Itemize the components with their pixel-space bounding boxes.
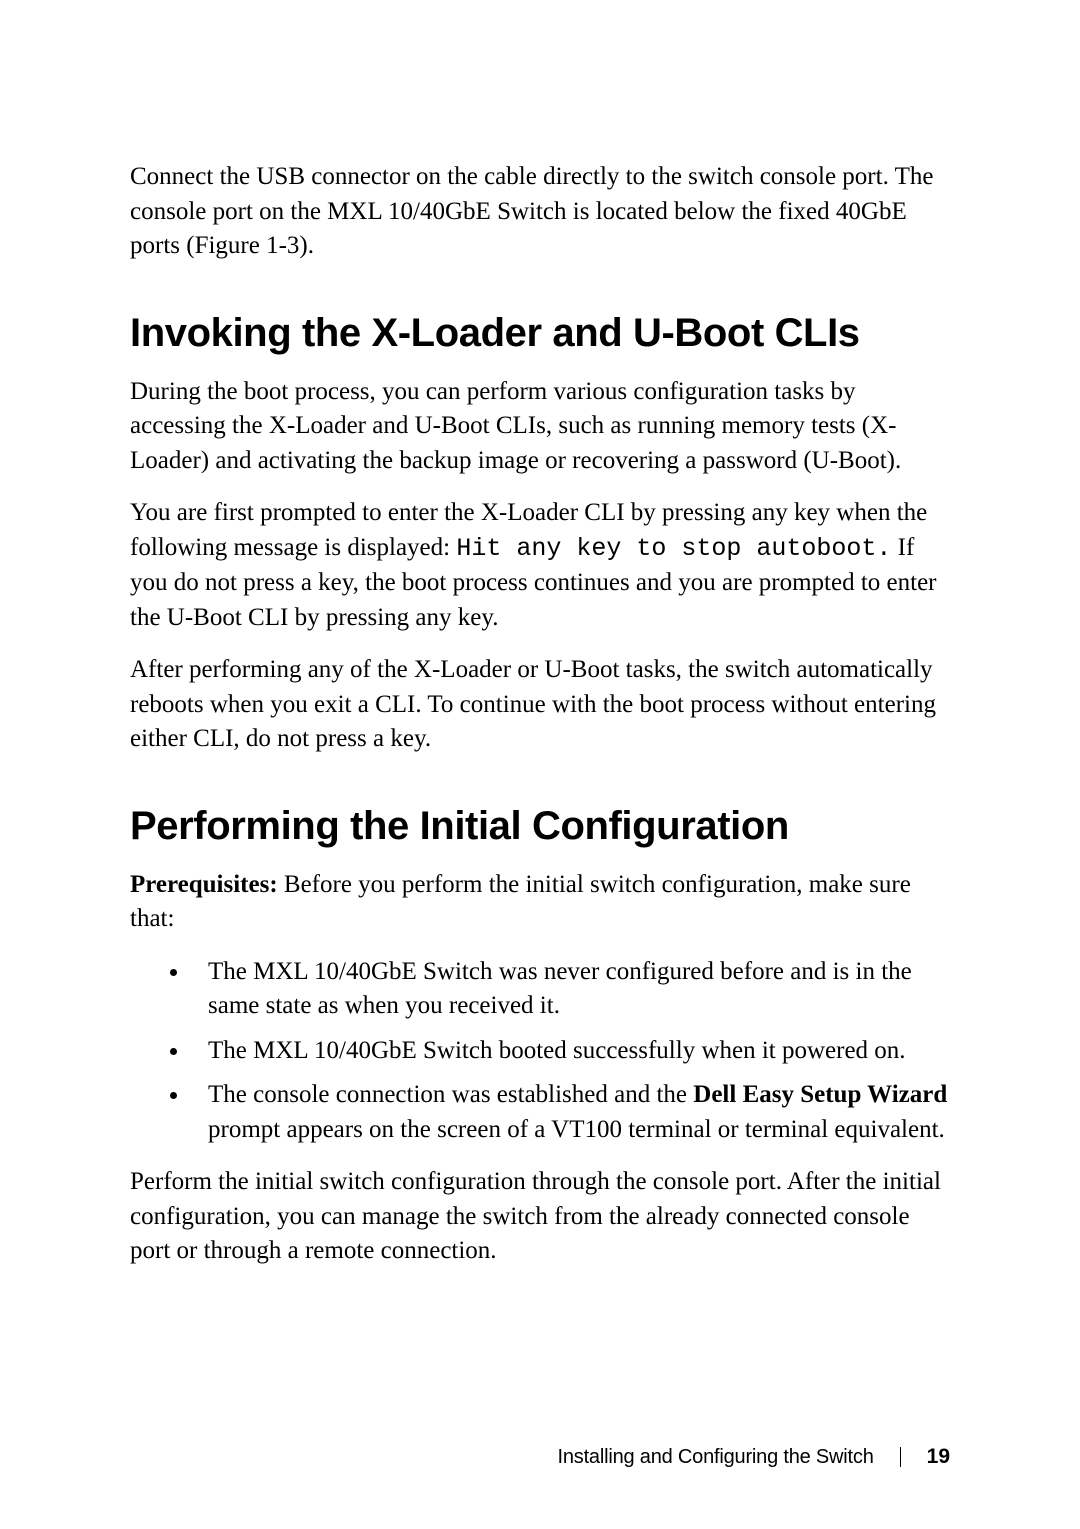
footer-section-name: Installing and Configuring the Switch (558, 1446, 874, 1469)
section1-p2: You are first prompted to enter the X-Lo… (130, 496, 950, 635)
code-hit-any-key: Hit any key to stop autoboot. (456, 534, 891, 563)
intro-paragraph: Connect the USB connector on the cable d… (130, 160, 950, 264)
section1-p3: After performing any of the X-Loader or … (130, 653, 950, 757)
section1-p1: During the boot process, you can perform… (130, 375, 950, 479)
page: Connect the USB connector on the cable d… (0, 0, 1080, 1529)
footer-page-number: 19 (927, 1445, 950, 1469)
list-item-part-a: The console connection was established a… (208, 1081, 693, 1108)
prereq-paragraph: Prerequisites: Before you perform the in… (130, 868, 950, 937)
heading-initial-config: Performing the Initial Configuration (130, 803, 950, 850)
footer-divider (900, 1447, 901, 1467)
section2-p-after-list: Perform the initial switch configuration… (130, 1165, 950, 1269)
list-item: The console connection was established a… (190, 1078, 950, 1147)
list-item: The MXL 10/40GbE Switch booted successfu… (190, 1034, 950, 1069)
prerequisites-list: The MXL 10/40GbE Switch was never config… (130, 955, 950, 1148)
prerequisites-label: Prerequisites: (130, 871, 278, 898)
page-footer: Installing and Configuring the Switch 19 (558, 1445, 951, 1469)
heading-invoking-cli: Invoking the X-Loader and U-Boot CLIs (130, 310, 950, 357)
dell-wizard-label: Dell Easy Setup Wizard (693, 1081, 947, 1108)
list-item: The MXL 10/40GbE Switch was never config… (190, 955, 950, 1024)
list-item-part-b: prompt appears on the screen of a VT100 … (208, 1116, 945, 1143)
